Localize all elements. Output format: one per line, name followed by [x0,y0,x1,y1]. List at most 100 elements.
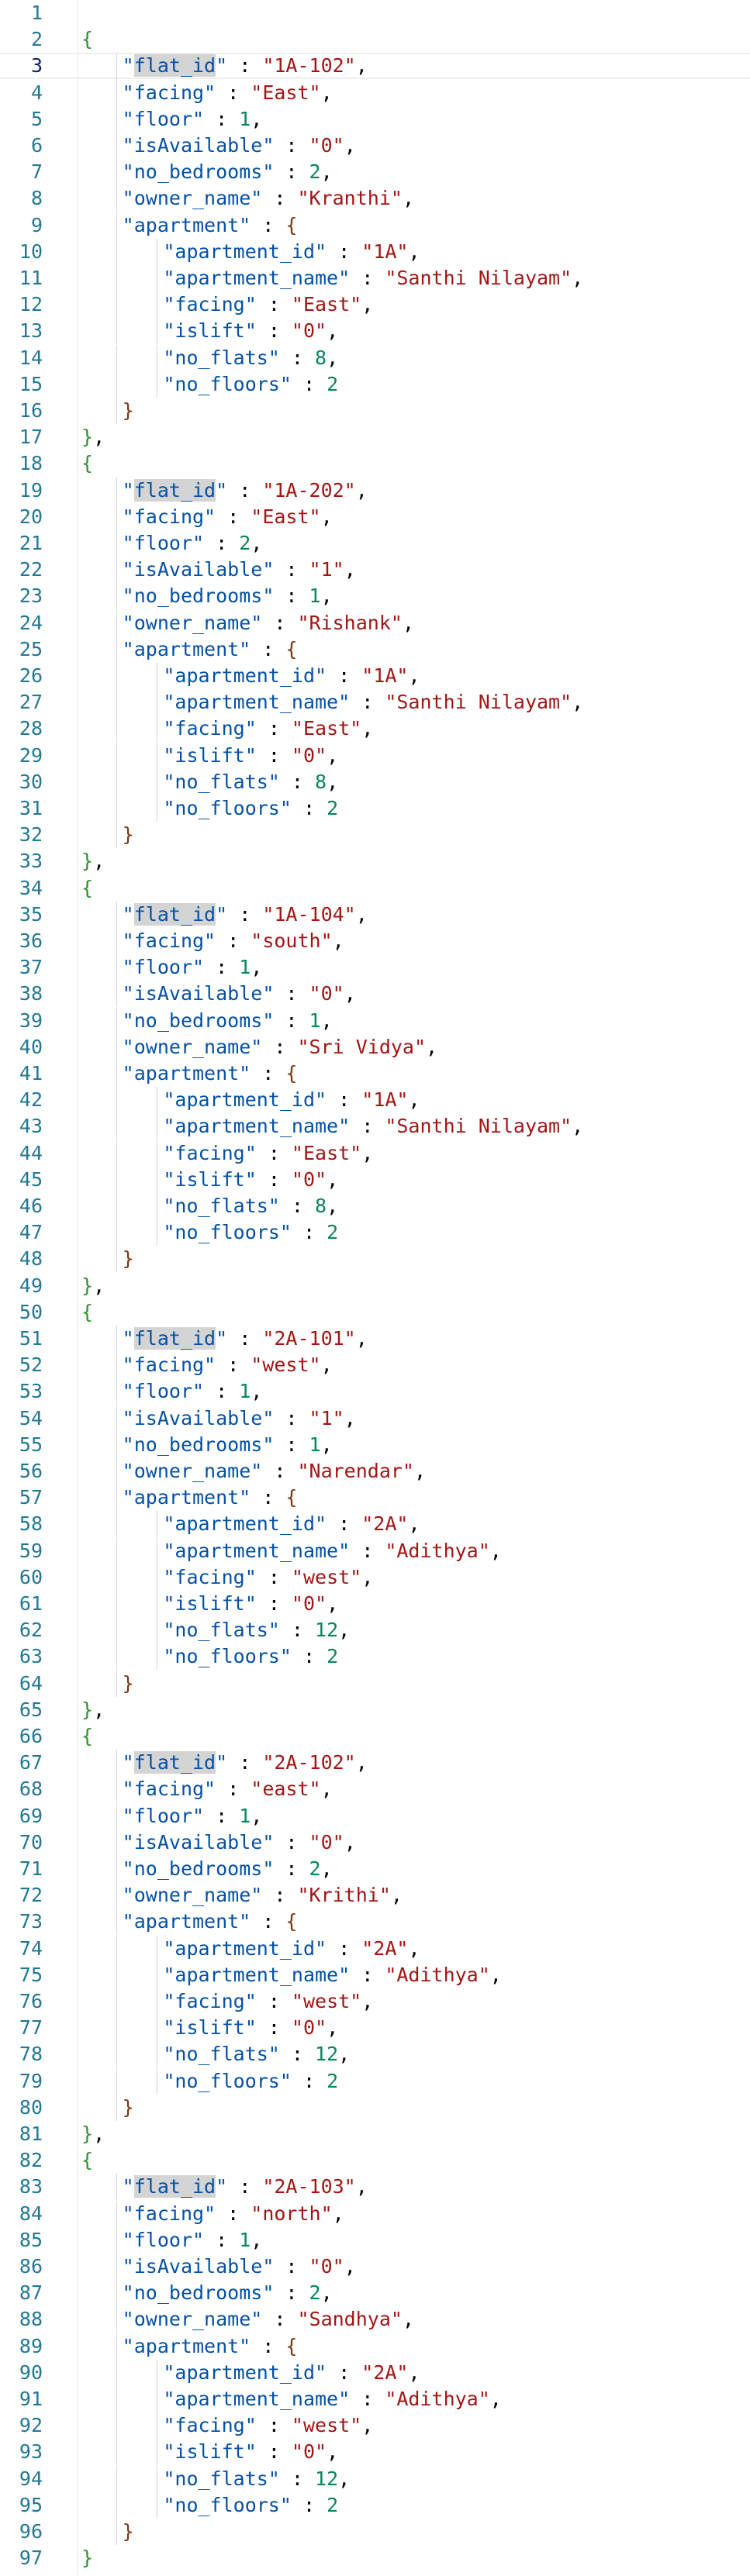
code-line[interactable]: 84 "facing" : "north", [0,2200,750,2227]
code-line[interactable]: 40 "owner_name" : "Sri Vidya", [0,1033,750,1060]
code-line[interactable]: 10 "apartment_id" : "1A", [0,238,750,265]
code-line[interactable]: 88 "owner_name" : "Sandhya", [0,2306,750,2333]
code-line[interactable]: 58 "apartment_id" : "2A", [0,1511,750,1538]
code-line[interactable]: 89 "apartment" : { [0,2333,750,2360]
code-line[interactable]: 20 "facing" : "East", [0,503,750,530]
code-line[interactable]: 94 "no_flats" : 12, [0,2465,750,2492]
code-line[interactable]: 36 "facing" : "south", [0,928,750,954]
code-line[interactable]: 83 "flat_id" : "2A-103", [0,2174,750,2201]
code-line[interactable]: 33}, [0,848,750,874]
code-line[interactable]: 96} [0,2519,750,2545]
code-line[interactable]: 5 "floor" : 1, [0,105,750,133]
code-line[interactable]: 34 { [0,875,750,902]
code-line[interactable]: 1 [0,0,750,26]
code-editor[interactable]: 1 2{3 "flat_id" : "1A-102", 4 "facing" : "Ea… [0,0,750,2576]
code-line[interactable]: 19 "flat_id" : "1A-202", [0,477,750,504]
code-line[interactable]: 25 "apartment" : { [0,636,750,663]
code-line[interactable]: 69 "floor" : 1, [0,1802,750,1829]
code-line[interactable]: 87 "no_bedrooms" : 2, [0,2280,750,2307]
code-line[interactable]: 78 "no_flats" : 12, [0,2041,750,2068]
code-line[interactable]: 71 "no_bedrooms" : 2, [0,1856,750,1882]
code-line[interactable]: 15 "no_floors" : 2 [0,371,750,398]
code-line[interactable]: 91 "apartment_name" : "Adithya", [0,2386,750,2412]
code-line[interactable]: 28 "facing" : "East", [0,716,750,743]
code-line[interactable]: 49}, [0,1273,750,1299]
code-line[interactable]: 3 "flat_id" : "1A-102", [0,53,750,81]
code-line[interactable]: 29 "islift" : "0", [0,742,750,769]
code-line[interactable]: 13 "islift" : "0", [0,318,750,345]
code-line[interactable]: 53 "floor" : 1, [0,1378,750,1405]
code-line[interactable]: 65}, [0,1697,750,1723]
code-line[interactable]: 27 "apartment_name" : "Santhi Nilayam", [0,689,750,716]
code-line[interactable]: 44 "facing" : "East", [0,1140,750,1167]
code-line[interactable]: 32} [0,822,750,849]
code-line[interactable]: 43 "apartment_name" : "Santhi Nilayam", [0,1113,750,1140]
code-line[interactable]: 67 "flat_id" : "2A-102", [0,1750,750,1777]
code-line[interactable]: 50 { [0,1299,750,1326]
code-line[interactable]: 9 "apartment" : { [0,212,750,239]
code-line[interactable]: 86 "isAvailable" : "0", [0,2254,750,2280]
code-line[interactable]: 90 "apartment_id" : "2A", [0,2359,750,2386]
code-line[interactable]: 93 "islift" : "0", [0,2439,750,2466]
code-line[interactable]: 75 "apartment_name" : "Adithya", [0,1961,750,1988]
code-line[interactable]: 57 "apartment" : { [0,1485,750,1512]
code-line[interactable]: 24 "owner_name" : "Rishank", [0,609,750,636]
code-line[interactable]: 4 "facing" : "East", [0,79,750,106]
code-line[interactable]: 18 { [0,450,750,477]
code-line[interactable]: 11 "apartment_name" : "Santhi Nilayam", [0,265,750,291]
code-line[interactable]: 37 "floor" : 1, [0,954,750,981]
code-line[interactable]: 12 "facing" : "East", [0,291,750,319]
code-line[interactable]: 64} [0,1670,750,1697]
code-token: : [279,2043,316,2066]
code-line[interactable]: 77 "islift" : "0", [0,2015,750,2042]
code-line[interactable]: 63 "no_floors" : 2 [0,1643,750,1671]
code-line[interactable]: 51 "flat_id" : "2A-101", [0,1326,750,1352]
code-line[interactable]: 46 "no_flats" : 8, [0,1193,750,1219]
code-line[interactable]: 31 "no_floors" : 2 [0,795,750,822]
code-line[interactable]: 23 "no_bedrooms" : 1, [0,583,750,610]
code-line[interactable]: 55 "no_bedrooms" : 1, [0,1431,750,1458]
code-line[interactable]: 47 "no_floors" : 2 [0,1219,750,1247]
code-line[interactable]: 16} [0,398,750,424]
code-line[interactable]: 54 "isAvailable" : "1", [0,1405,750,1432]
code-line[interactable]: 68 "facing" : "east", [0,1776,750,1803]
code-line[interactable]: 30 "no_flats" : 8, [0,768,750,795]
code-line[interactable]: 66 { [0,1723,750,1750]
code-line[interactable]: 45 "islift" : "0", [0,1166,750,1193]
code-line[interactable]: 48} [0,1246,750,1273]
code-line[interactable]: 61 "islift" : "0", [0,1591,750,1617]
code-line[interactable]: 26 "apartment_id" : "1A", [0,663,750,689]
code-line[interactable]: 6 "isAvailable" : "0", [0,133,750,159]
code-line[interactable]: 22 "isAvailable" : "1", [0,557,750,584]
code-line[interactable]: 70 "isAvailable" : "0", [0,1829,750,1856]
code-line[interactable]: 8 "owner_name" : "Kranthi", [0,185,750,212]
code-line[interactable]: 97} [0,2545,750,2571]
code-line[interactable]: 56 "owner_name" : "Narendar", [0,1458,750,1485]
code-line[interactable]: 60 "facing" : "west", [0,1564,750,1591]
code-line[interactable]: 14 "no_flats" : 8, [0,344,750,371]
code-line[interactable]: 21 "floor" : 2, [0,530,750,557]
code-line[interactable]: 41 "apartment" : { [0,1060,750,1087]
code-line[interactable]: 82 { [0,2147,750,2174]
code-line[interactable]: 7 "no_bedrooms" : 2, [0,159,750,186]
code-line[interactable]: 92 "facing" : "west", [0,2412,750,2440]
code-line[interactable]: 79 "no_floors" : 2 [0,2067,750,2095]
code-line[interactable]: 72 "owner_name" : "Krithi", [0,1882,750,1909]
code-line[interactable]: 80} [0,2094,750,2121]
code-line[interactable]: 52 "facing" : "west", [0,1352,750,1379]
code-line[interactable]: 85 "floor" : 1, [0,2226,750,2254]
code-line[interactable]: 39 "no_bedrooms" : 1, [0,1007,750,1034]
code-line[interactable]: 62 "no_flats" : 12, [0,1617,750,1644]
code-line[interactable]: 2{ [0,26,750,53]
code-token: "apartment" [122,1910,251,1933]
code-line[interactable]: 17}, [0,424,750,450]
code-line[interactable]: 95 "no_floors" : 2 [0,2492,750,2519]
code-line[interactable]: 35 "flat_id" : "1A-104", [0,901,750,928]
code-line[interactable]: 81}, [0,2121,750,2147]
code-line[interactable]: 74 "apartment_id" : "2A", [0,1935,750,1962]
code-line[interactable]: 76 "facing" : "west", [0,1988,750,2015]
code-line[interactable]: 42 "apartment_id" : "1A", [0,1087,750,1114]
code-line[interactable]: 59 "apartment_name" : "Adithya", [0,1537,750,1564]
code-line[interactable]: 73 "apartment" : { [0,1909,750,1936]
code-line[interactable]: 38 "isAvailable" : "0", [0,981,750,1008]
